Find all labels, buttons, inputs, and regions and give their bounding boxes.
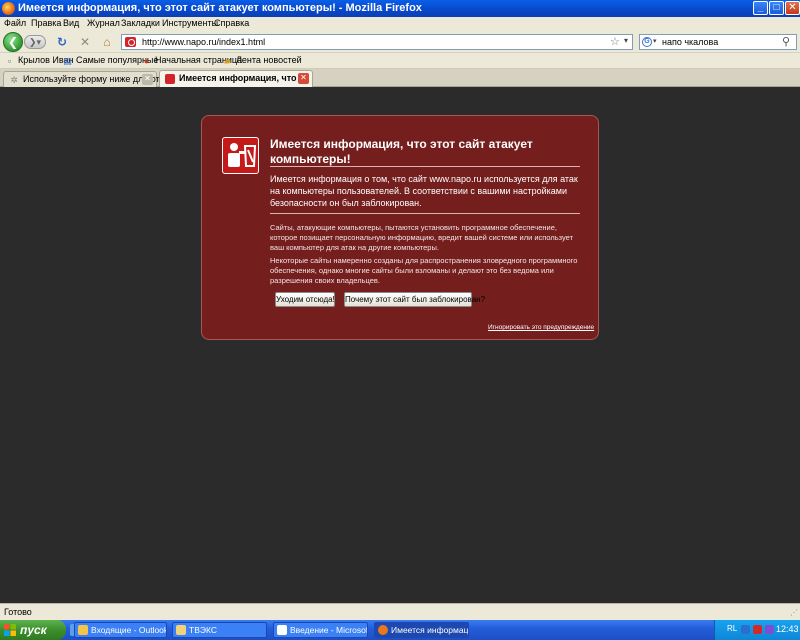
url-dropdown-icon[interactable]: ▾ bbox=[624, 36, 628, 45]
menu-help[interactable]: Справка bbox=[214, 18, 249, 28]
window-title: Имеется информация, что этот сайт атакуе… bbox=[18, 2, 422, 14]
close-tab-icon[interactable]: ✕ bbox=[142, 74, 153, 85]
search-bar[interactable]: G ▾ напо чкалова ⚲ bbox=[639, 34, 797, 50]
home-icon[interactable]: ⌂ bbox=[100, 35, 114, 49]
search-input[interactable]: напо чкалова bbox=[662, 37, 718, 47]
system-tray: RL 12:43 bbox=[714, 620, 800, 640]
status-bar: Готово ⋰ bbox=[0, 603, 800, 620]
menu-edit[interactable]: Правка bbox=[31, 18, 61, 28]
stop-icon[interactable]: ✕ bbox=[78, 35, 92, 49]
firefox-icon bbox=[378, 625, 388, 635]
close-window-button[interactable]: ✕ bbox=[785, 1, 800, 15]
reload-icon[interactable]: ↻ bbox=[55, 35, 69, 49]
bookmarks-toolbar: ▫ Крылов Иван ▤ Самые популярные ● Начал… bbox=[0, 53, 800, 69]
start-label: пуск bbox=[20, 623, 47, 637]
get-me-out-button[interactable]: Уходим отсюда! bbox=[275, 292, 335, 307]
search-engine-icon[interactable]: G bbox=[642, 37, 652, 47]
search-engine-dropdown-icon[interactable]: ▾ bbox=[653, 37, 657, 45]
tab-label: Имеется информация, что ... bbox=[179, 73, 307, 83]
status-text: Готово bbox=[4, 607, 32, 617]
loading-icon: ✲ bbox=[10, 75, 18, 85]
task-label: ТВЭКС bbox=[189, 625, 217, 635]
task-firefox[interactable]: Имеется информаци... bbox=[374, 622, 469, 638]
clock: 12:43 bbox=[776, 624, 799, 634]
search-icon[interactable]: ⚲ bbox=[782, 35, 790, 48]
firefox-icon: ● bbox=[143, 56, 150, 66]
task-tveks[interactable]: ТВЭКС bbox=[172, 622, 267, 638]
why-blocked-button[interactable]: Почему этот сайт был заблокирован? bbox=[344, 292, 485, 307]
task-label: Введение - Microsoft... bbox=[290, 625, 368, 635]
tray-icon[interactable] bbox=[765, 625, 774, 634]
tray-icon[interactable] bbox=[753, 625, 762, 634]
bookmark-news-feed[interactable]: ▰ Лента новостей bbox=[222, 55, 302, 67]
police-figure-icon bbox=[228, 143, 257, 167]
site-blocked-icon bbox=[125, 37, 136, 47]
firefox-icon bbox=[2, 2, 15, 15]
minimize-button[interactable]: _ bbox=[753, 1, 768, 15]
page-content: Имеется информация, что этот сайт атакуе… bbox=[0, 87, 800, 603]
window-title-bar[interactable]: Имеется информация, что этот сайт атакуе… bbox=[0, 0, 800, 17]
word-icon bbox=[277, 625, 287, 635]
rss-folder-icon: ▰ bbox=[224, 56, 231, 66]
navigation-toolbar: ❮ ❯▾ ↻ ✕ ⌂ http://www.napo.ru/index1.htm… bbox=[0, 31, 800, 53]
warning-detail-attack: Сайты, атакующие компьютеры, пытаются ус… bbox=[270, 223, 574, 252]
bookmark-icon: ▤ bbox=[63, 56, 72, 66]
bookmark-label: Лента новостей bbox=[236, 55, 302, 65]
task-label: Имеется информаци... bbox=[391, 625, 469, 635]
tab-blocked-site[interactable]: Имеется информация, что ... ✕ bbox=[159, 70, 313, 87]
menu-bar: Файл Правка Вид Журнал Закладки Инструме… bbox=[0, 17, 800, 31]
menu-bookmarks[interactable]: Закладки bbox=[121, 18, 160, 28]
attack-site-warning-panel: Имеется информация, что этот сайт атакуе… bbox=[201, 115, 599, 340]
start-button[interactable]: пуск bbox=[0, 620, 66, 640]
page-icon: ▫ bbox=[7, 56, 12, 66]
windows-taskbar: пуск Входящие - Outlook ... ТВЭКС Введен… bbox=[0, 620, 800, 640]
bookmark-star-icon[interactable]: ☆ bbox=[610, 35, 620, 48]
menu-tools[interactable]: Инструменты bbox=[162, 18, 218, 28]
maximize-button[interactable]: □ bbox=[769, 1, 784, 15]
tab-strip: ✲ Используйте форму ниже для отпра... ✕ … bbox=[0, 69, 800, 87]
warning-detail-hacked: Некоторые сайты намеренно созданы для ра… bbox=[270, 256, 578, 285]
divider bbox=[270, 213, 580, 214]
url-bar[interactable]: http://www.napo.ru/index1.html ☆ ▾ bbox=[121, 34, 633, 50]
warning-intro: Имеется информация о том, что сайт www.n… bbox=[270, 174, 578, 208]
task-word[interactable]: Введение - Microsoft... bbox=[273, 622, 368, 638]
menu-view[interactable]: Вид bbox=[63, 18, 79, 28]
close-tab-icon[interactable]: ✕ bbox=[298, 73, 309, 84]
tab-form[interactable]: ✲ Используйте форму ниже для отпра... ✕ bbox=[3, 71, 182, 87]
windows-logo-icon bbox=[4, 624, 16, 636]
resize-grip-icon[interactable]: ⋰ bbox=[790, 608, 798, 617]
url-text[interactable]: http://www.napo.ru/index1.html bbox=[142, 37, 265, 47]
menu-file[interactable]: Файл bbox=[4, 18, 26, 28]
task-label: Входящие - Outlook ... bbox=[91, 625, 167, 635]
warning-title: Имеется информация, что этот сайт атакуе… bbox=[270, 137, 533, 166]
menu-history[interactable]: Журнал bbox=[87, 18, 120, 28]
folder-icon bbox=[176, 625, 186, 635]
site-blocked-icon bbox=[165, 74, 175, 84]
tray-icon[interactable] bbox=[741, 625, 750, 634]
ignore-warning-link[interactable]: Игнорировать это предупреждение bbox=[488, 324, 594, 331]
outlook-icon bbox=[78, 625, 88, 635]
task-outlook[interactable]: Входящие - Outlook ... bbox=[74, 622, 167, 638]
language-indicator[interactable]: RL bbox=[727, 624, 737, 633]
back-button[interactable]: ❮ bbox=[3, 32, 23, 52]
forward-button[interactable]: ❯▾ bbox=[24, 35, 46, 49]
police-warning-icon bbox=[222, 137, 259, 174]
divider bbox=[270, 166, 580, 167]
